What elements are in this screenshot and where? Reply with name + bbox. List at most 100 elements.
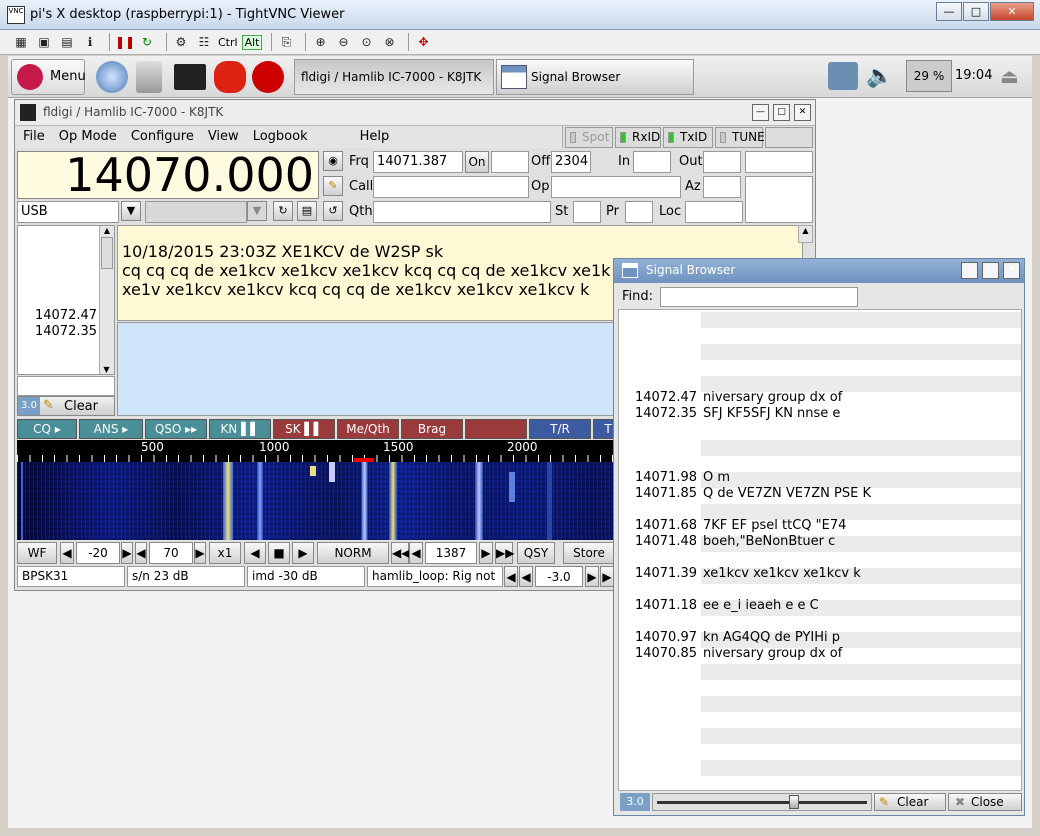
list-item[interactable]: 14070.97 kn AG4QQ de PYIHi p [619, 630, 1021, 646]
squelch-slider[interactable] [652, 793, 872, 811]
st-field[interactable] [573, 201, 601, 223]
lookup-icon[interactable]: ↺ [323, 201, 343, 221]
menu-configure[interactable]: Configure [131, 126, 194, 148]
menu-help[interactable]: Help [360, 126, 390, 148]
find-input[interactable] [660, 287, 858, 307]
loc-field[interactable] [685, 201, 743, 223]
close-button[interactable]: ✕ [1003, 262, 1020, 279]
mode-select[interactable]: USB [17, 201, 119, 223]
volume-icon[interactable]: 🔈 [866, 64, 893, 89]
sq-down-icon[interactable]: ◀ [519, 566, 533, 587]
list-item[interactable]: 14071.68 7KF EF psel ttCQ "E74 [619, 518, 1021, 534]
scroll-thumb[interactable] [101, 237, 113, 269]
in-field[interactable] [633, 151, 671, 173]
mathematica-icon[interactable] [214, 61, 246, 93]
clear-button[interactable]: ✎ Clear [874, 793, 946, 811]
macro-brag[interactable]: Brag [401, 419, 463, 439]
ctrl-alt-del-icon[interactable]: ⚙ [172, 33, 190, 51]
off-field[interactable]: 2304 [551, 151, 591, 173]
rxid-toggle[interactable]: RxID [615, 127, 661, 148]
range-down-icon[interactable]: ◀ [135, 542, 147, 564]
win-key-icon[interactable]: ☷ [195, 33, 213, 51]
macro-cq[interactable]: CQ ▸ [17, 419, 77, 439]
list-input[interactable] [17, 376, 115, 396]
squelch-value[interactable]: -3.0 [535, 566, 583, 587]
close-button[interactable]: ✖ Close [948, 793, 1022, 811]
alt-key-button[interactable]: Alt [241, 34, 263, 50]
ctrl-key-button[interactable]: Ctrl [218, 36, 238, 49]
pause-icon[interactable]: ❚❚ [115, 33, 135, 51]
extra-toggle[interactable] [765, 127, 813, 148]
menu-logbook[interactable]: Logbook [253, 126, 308, 148]
frequency-display[interactable]: 14070.000 [17, 151, 319, 199]
mode-dropdown-icon[interactable]: ▼ [121, 201, 141, 221]
scroll-up-icon[interactable]: ▲ [100, 226, 114, 235]
zoom-in-icon[interactable]: ⊕ [311, 33, 329, 51]
task-signal-browser[interactable]: Signal Browser [496, 59, 694, 95]
close-button[interactable]: ✕ [990, 2, 1034, 21]
spot-toggle[interactable]: Spot [565, 127, 613, 148]
sq-fast-up-icon[interactable]: ▶ [600, 566, 614, 587]
macro-meqth[interactable]: Me/Qth [337, 419, 399, 439]
fwd-icon[interactable]: ▶ [479, 542, 493, 564]
menu-view[interactable]: View [208, 126, 239, 148]
minimize-button[interactable]: — [961, 262, 978, 279]
fast-back-icon[interactable]: ◀◀ [391, 542, 410, 564]
right-icon[interactable]: ▶ [292, 542, 314, 564]
list-scrollbar[interactable]: ▲ ▼ [99, 226, 114, 374]
txid-toggle[interactable]: TxID [663, 127, 713, 148]
out-field[interactable] [703, 151, 741, 173]
squelch-level[interactable]: 3.0 [620, 793, 650, 811]
list-item[interactable]: 14071.18 ee e_i ieaeh e e C [619, 598, 1021, 614]
frq-field[interactable]: 14071.387 [373, 151, 463, 173]
back-icon[interactable]: ◀ [409, 542, 423, 564]
macro-qso[interactable]: QSO ▸▸ [145, 419, 207, 439]
clipboard-icon[interactable]: ⎘ [277, 33, 295, 51]
refresh-icon[interactable]: ↻ [138, 33, 156, 51]
lo-up-icon[interactable]: ▶ [121, 542, 133, 564]
options-icon[interactable]: ▤ [58, 33, 76, 51]
call-field[interactable] [373, 176, 529, 198]
az-field[interactable] [703, 176, 741, 198]
new-connection-icon[interactable]: ▦ [12, 33, 30, 51]
sq-up-icon[interactable]: ▶ [585, 566, 599, 587]
list-item[interactable]: 14072.35 SFJ KF5SFJ KN nnse e [619, 406, 1021, 422]
maximize-button[interactable]: □ [963, 2, 989, 21]
clear-value[interactable]: 3.0 [18, 397, 40, 415]
lo-value[interactable]: -20 [76, 542, 120, 564]
close-button[interactable]: ✕ [794, 104, 811, 121]
task-fldigi[interactable]: fldigi / Hamlib IC-7000 - K8JTK [294, 59, 494, 95]
op-field[interactable] [551, 176, 681, 198]
bandwidth-select[interactable] [145, 201, 247, 223]
list-item[interactable]: 14071.85 Q de VE7ZN VE7ZN PSE K [619, 486, 1021, 502]
minimize-button[interactable]: — [936, 2, 962, 21]
eject-icon[interactable]: ⏏ [1000, 64, 1019, 88]
wolfram-icon[interactable] [252, 61, 284, 93]
tune-toggle[interactable]: TUNE [715, 127, 765, 148]
zoom-fit-icon[interactable]: ⊗ [380, 33, 398, 51]
status-mode[interactable]: BPSK31 [17, 566, 125, 587]
macro-sk[interactable]: SK ▌▌ [273, 419, 335, 439]
terminal-icon[interactable] [174, 64, 206, 90]
list-item[interactable]: 14071.39 xe1kcv xe1kcv xe1kcv k [619, 566, 1021, 582]
macro-kn[interactable]: KN ▌▌ [209, 419, 271, 439]
menu-op-mode[interactable]: Op Mode [59, 126, 117, 148]
carrier-value[interactable]: 1387 [425, 542, 477, 564]
globe-icon[interactable]: ◉ [323, 151, 343, 171]
range-up-icon[interactable]: ▶ [194, 542, 206, 564]
menu-button[interactable]: Menu [11, 59, 86, 95]
minimize-button[interactable]: — [752, 104, 769, 121]
info-icon[interactable]: ℹ [81, 33, 99, 51]
qth-field[interactable] [373, 201, 551, 223]
list-item[interactable]: 14071.48 boeh,"BeNonBtuer c [619, 534, 1021, 550]
scroll-down-icon[interactable]: ▼ [100, 365, 113, 374]
sync-icon[interactable]: ↻ [273, 201, 293, 221]
macro-ans[interactable]: ANS ▸ [79, 419, 143, 439]
on-field[interactable] [491, 151, 529, 173]
slider-thumb[interactable] [789, 795, 799, 809]
log-icon[interactable]: ▤ [297, 201, 317, 221]
macro-empty[interactable] [465, 419, 527, 439]
fast-fwd-icon[interactable]: ▶▶ [495, 542, 514, 564]
pr-field[interactable] [625, 201, 653, 223]
list-item[interactable]: 14072.47 niversary group dx of [619, 390, 1021, 406]
